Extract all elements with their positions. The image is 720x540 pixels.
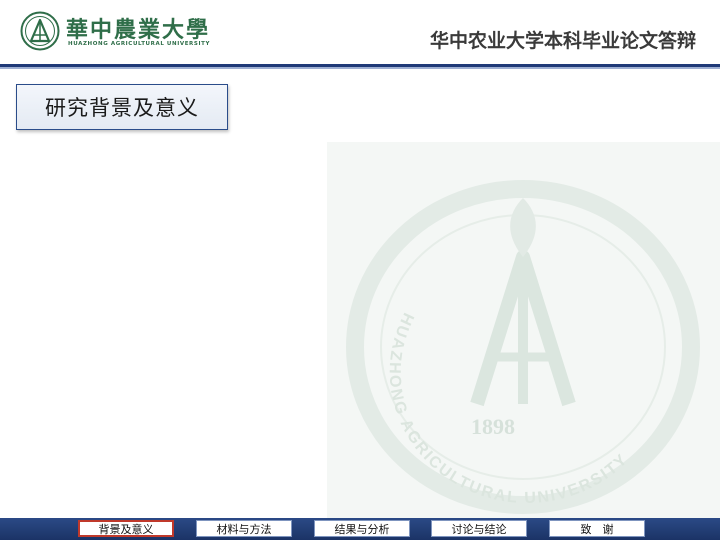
nav-button-methods[interactable]: 材料与方法: [196, 520, 292, 537]
nav-button-discussion[interactable]: 讨论与结论: [431, 520, 527, 537]
university-name-en: HUAZHONG AGRICULTURAL UNIVERSITY: [68, 41, 211, 47]
watermark-year: 1898: [471, 414, 515, 439]
nav-button-results[interactable]: 结果与分析: [314, 520, 410, 537]
nav-label: 讨论与结论: [451, 522, 507, 536]
section-title: 研究背景及意义: [45, 96, 199, 120]
nav-button-thanks[interactable]: 致 谢: [549, 520, 645, 537]
nav-label: 背景及意义: [98, 522, 154, 536]
watermark-area: 1898 HUAZHONG AGRICULTURAL UNIVERSITY: [327, 142, 720, 518]
slide-header: 華中農業大學 HUAZHONG AGRICULTURAL UNIVERSITY …: [0, 0, 720, 64]
watermark-seal-icon: 1898 HUAZHONG AGRICULTURAL UNIVERSITY: [346, 180, 700, 514]
university-emblem-icon: [20, 11, 60, 51]
navigation-bar: 背景及意义 材料与方法 结果与分析 讨论与结论 致 谢: [0, 518, 720, 540]
nav-label: 致 谢: [580, 522, 614, 536]
header-divider-light: [0, 67, 720, 69]
page-title: 华中农业大学本科毕业论文答辩: [429, 30, 696, 52]
university-name: 華中農業大學: [66, 17, 211, 43]
nav-label: 结果与分析: [334, 522, 390, 536]
section-title-box: 研究背景及意义: [16, 84, 228, 130]
nav-label: 材料与方法: [216, 522, 272, 536]
nav-button-background[interactable]: 背景及意义: [78, 520, 174, 537]
